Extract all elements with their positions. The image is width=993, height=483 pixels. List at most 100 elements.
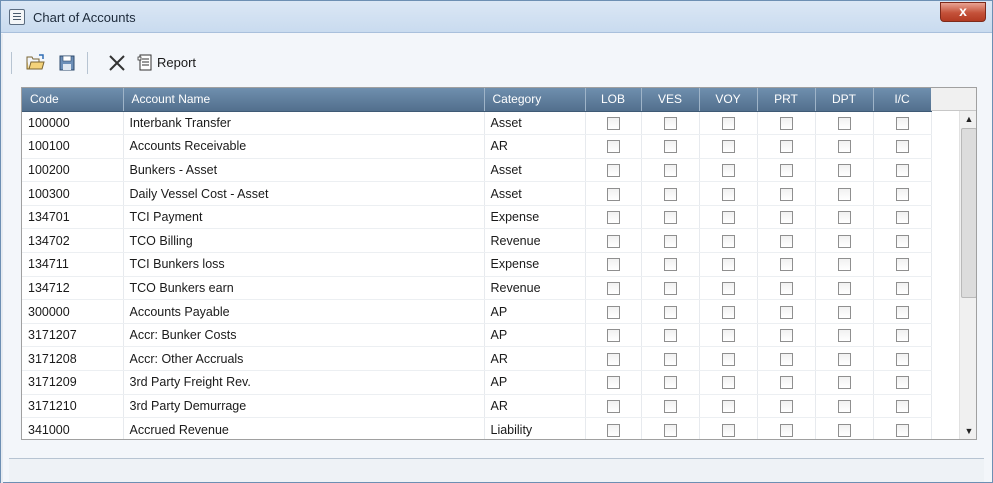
row-category[interactable]: AP [484,323,586,348]
ves-checkbox[interactable] [663,376,677,390]
voy-checkbox[interactable] [721,282,735,296]
row-account-name[interactable]: Accr: Other Accruals [123,346,485,372]
prt-checkbox[interactable] [779,234,793,248]
ic-checkbox[interactable] [895,234,909,248]
row-account-name[interactable]: Accr: Bunker Costs [123,323,485,348]
row-code[interactable]: 100100 [22,134,124,159]
voy-checkbox[interactable] [721,376,735,390]
row-code[interactable]: 134701 [22,205,124,230]
ves-checkbox[interactable] [663,329,677,343]
row-account-name[interactable]: 3rd Party Demurrage [123,394,485,419]
row-account-name[interactable]: Accrued Revenue [123,417,485,439]
dpt-checkbox[interactable] [837,376,851,390]
report-button[interactable]: Report [157,53,196,73]
row-code[interactable]: 341000 [22,417,124,439]
table-row[interactable]: 3171207 Accr: Bunker Costs AP [22,323,932,348]
row-code[interactable]: 3171207 [22,323,124,348]
row-category[interactable]: Expense [484,252,586,277]
voy-checkbox[interactable] [721,400,735,414]
dpt-checkbox[interactable] [837,164,851,178]
ves-checkbox[interactable] [663,116,677,130]
prt-checkbox[interactable] [779,423,793,437]
row-account-name[interactable]: TCI Bunkers loss [123,252,485,277]
voy-checkbox[interactable] [721,329,735,343]
row-code[interactable]: 100000 [22,111,124,136]
lob-checkbox[interactable] [606,400,620,414]
lob-checkbox[interactable] [606,282,620,296]
ves-checkbox[interactable] [663,140,677,154]
row-account-name[interactable]: Interbank Transfer [123,111,485,136]
table-row[interactable]: 3171209 3rd Party Freight Rev. AP [22,370,932,395]
row-code[interactable]: 100200 [22,158,124,183]
dpt-checkbox[interactable] [837,116,851,130]
row-category[interactable]: AP [484,299,586,324]
dpt-checkbox[interactable] [837,234,851,248]
voy-checkbox[interactable] [721,211,735,225]
prt-checkbox[interactable] [779,305,793,319]
ves-checkbox[interactable] [663,400,677,414]
row-code[interactable]: 3171208 [22,346,124,372]
voy-checkbox[interactable] [721,116,735,130]
voy-checkbox[interactable] [721,234,735,248]
ic-checkbox[interactable] [895,164,909,178]
table-row[interactable]: 100300 Daily Vessel Cost - Asset Asset [22,181,932,206]
row-category[interactable]: Asset [484,158,586,183]
prt-checkbox[interactable] [779,140,793,154]
ves-checkbox[interactable] [663,282,677,296]
voy-checkbox[interactable] [721,187,735,201]
row-account-name[interactable]: TCO Billing [123,228,485,254]
dpt-checkbox[interactable] [837,258,851,272]
dpt-checkbox[interactable] [837,352,851,366]
lob-checkbox[interactable] [606,352,620,366]
open-folder-icon[interactable] [25,53,47,73]
column-header-voy[interactable]: VOY [699,88,758,112]
row-code[interactable]: 134712 [22,276,124,301]
save-icon[interactable] [57,53,77,73]
close-button[interactable]: x [940,2,986,22]
dpt-checkbox[interactable] [837,305,851,319]
row-category[interactable]: Asset [484,181,586,206]
row-code[interactable]: 100300 [22,181,124,206]
lob-checkbox[interactable] [606,234,620,248]
table-row[interactable]: 300000 Accounts Payable AP [22,299,932,324]
dpt-checkbox[interactable] [837,187,851,201]
voy-checkbox[interactable] [721,164,735,178]
column-header-lob[interactable]: LOB [585,88,642,112]
ves-checkbox[interactable] [663,305,677,319]
column-header-ic[interactable]: I/C [873,88,932,112]
lob-checkbox[interactable] [606,164,620,178]
ic-checkbox[interactable] [895,140,909,154]
ic-checkbox[interactable] [895,376,909,390]
ves-checkbox[interactable] [663,211,677,225]
column-header-account-name[interactable]: Account Name [123,88,485,112]
lob-checkbox[interactable] [606,376,620,390]
voy-checkbox[interactable] [721,305,735,319]
scroll-up-arrow-icon[interactable]: ▲ [960,111,976,128]
ic-checkbox[interactable] [895,329,909,343]
row-code[interactable]: 134711 [22,252,124,277]
row-account-name[interactable]: Accounts Payable [123,299,485,324]
ic-checkbox[interactable] [895,352,909,366]
delete-icon[interactable] [107,53,127,73]
row-account-name[interactable]: Accounts Receivable [123,134,485,159]
lob-checkbox[interactable] [606,187,620,201]
row-category[interactable]: Revenue [484,228,586,254]
row-category[interactable]: AR [484,134,586,159]
table-row[interactable]: 341000 Accrued Revenue Liability [22,417,932,439]
prt-checkbox[interactable] [779,116,793,130]
lob-checkbox[interactable] [606,423,620,437]
column-header-code[interactable]: Code [22,88,124,112]
scroll-thumb[interactable] [961,128,976,298]
table-row[interactable]: 100000 Interbank Transfer Asset [22,111,932,136]
row-category[interactable]: Asset [484,111,586,136]
table-row[interactable]: 100100 Accounts Receivable AR [22,134,932,159]
table-row[interactable]: 134711 TCI Bunkers loss Expense [22,252,932,277]
ic-checkbox[interactable] [895,423,909,437]
column-header-dpt[interactable]: DPT [815,88,874,112]
voy-checkbox[interactable] [721,423,735,437]
table-row[interactable]: 134701 TCI Payment Expense [22,205,932,230]
row-account-name[interactable]: 3rd Party Freight Rev. [123,370,485,395]
ves-checkbox[interactable] [663,234,677,248]
report-icon[interactable] [137,53,155,73]
dpt-checkbox[interactable] [837,329,851,343]
